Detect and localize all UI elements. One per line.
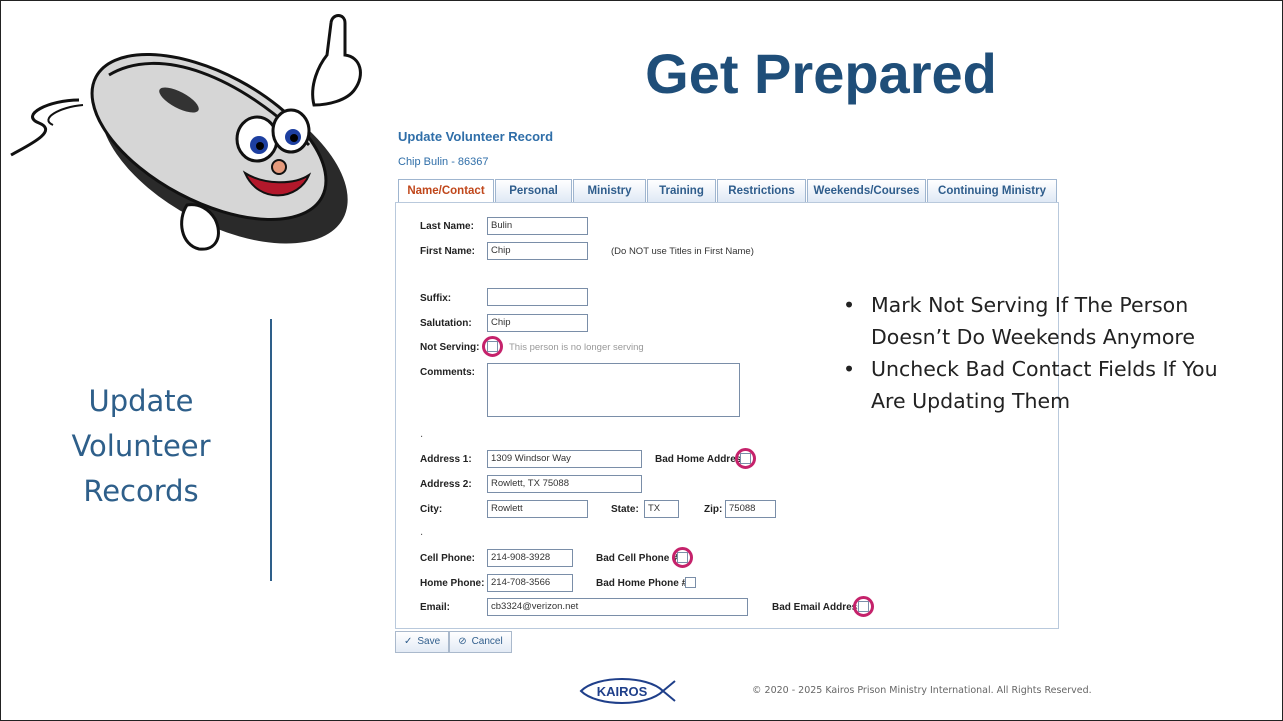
- suffix-label: Suffix:: [420, 293, 452, 304]
- highlight-ring: [482, 336, 503, 357]
- city-label: City:: [420, 504, 443, 515]
- state-field[interactable]: TX: [644, 500, 679, 518]
- section-title: Update Volunteer Records: [41, 379, 241, 514]
- tab-ministry[interactable]: Ministry: [573, 179, 646, 202]
- address1-field[interactable]: 1309 Windsor Way: [487, 450, 642, 468]
- salutation-field[interactable]: Chip: [487, 314, 588, 332]
- section-title-line: Update: [88, 384, 194, 418]
- suffix-field[interactable]: [487, 288, 588, 306]
- tab-bar: Name/Contact Personal Ministry Training …: [398, 179, 1058, 203]
- bad-home-phone-checkbox[interactable]: [685, 577, 696, 588]
- form-title: Update Volunteer Record: [398, 129, 554, 144]
- mouse-mascot-illustration: [10, 14, 362, 251]
- form-button-bar: ✓ Save ⊘ Cancel: [395, 631, 512, 653]
- divider-line: [270, 319, 272, 581]
- city-field[interactable]: Rowlett: [487, 500, 588, 518]
- separator-dot: .: [420, 429, 424, 440]
- save-button[interactable]: ✓ Save: [395, 631, 450, 653]
- home-phone-field[interactable]: 214-708-3566: [487, 574, 573, 592]
- state-label: State:: [611, 504, 639, 515]
- cell-phone-label: Cell Phone:: [420, 553, 476, 564]
- bullet-item: Mark Not Serving If The Person Doesn’t D…: [837, 289, 1257, 353]
- bad-home-phone-label: Bad Home Phone #:: [596, 578, 691, 589]
- cancel-button-label: Cancel: [471, 636, 503, 647]
- kairos-logo: KAIROS: [579, 678, 676, 704]
- last-name-label: Last Name:: [420, 221, 474, 232]
- instruction-bullets: Mark Not Serving If The Person Doesn’t D…: [837, 289, 1257, 417]
- salutation-label: Salutation:: [420, 318, 472, 329]
- separator-dot: .: [420, 527, 424, 538]
- email-label: Email:: [420, 602, 451, 613]
- not-serving-note: This person is no longer serving: [509, 342, 644, 353]
- cell-phone-field[interactable]: 214-908-3928: [487, 549, 573, 567]
- first-name-note: (Do NOT use Titles in First Name): [611, 246, 754, 257]
- zip-label: Zip:: [704, 504, 723, 515]
- tab-name-contact[interactable]: Name/Contact: [398, 179, 494, 203]
- save-button-label: Save: [417, 636, 441, 647]
- copyright-notice: © 2020 - 2025 Kairos Prison Ministry Int…: [752, 685, 1092, 696]
- zip-field[interactable]: 75088: [725, 500, 776, 518]
- bad-email-label: Bad Email Address:: [772, 602, 867, 613]
- home-phone-label: Home Phone:: [420, 578, 485, 589]
- checkmark-icon: ✓: [404, 636, 413, 647]
- section-title-line: Volunteer: [71, 429, 211, 463]
- bullet-item: Uncheck Bad Contact Fields If You Are Up…: [837, 353, 1257, 417]
- address2-label: Address 2:: [420, 479, 472, 490]
- section-title-line: Records: [83, 474, 199, 508]
- slide: Get Prepared Update Volunteer Records Up…: [0, 0, 1283, 721]
- highlight-ring: [853, 596, 874, 617]
- highlight-ring: [735, 448, 756, 469]
- cancel-icon: ⊘: [458, 636, 467, 647]
- bad-cell-phone-label: Bad Cell Phone #:: [596, 553, 682, 564]
- slide-title: Get Prepared: [645, 42, 997, 105]
- address2-field[interactable]: Rowlett, TX 75088: [487, 475, 642, 493]
- address1-label: Address 1:: [420, 454, 472, 465]
- comments-label: Comments:: [420, 367, 476, 378]
- first-name-field[interactable]: Chip: [487, 242, 588, 260]
- logo-text: KAIROS: [597, 684, 648, 699]
- tab-weekends-courses[interactable]: Weekends/Courses: [807, 179, 926, 202]
- tab-personal[interactable]: Personal: [495, 179, 572, 202]
- tab-continuing-ministry[interactable]: Continuing Ministry: [927, 179, 1057, 202]
- cancel-button[interactable]: ⊘ Cancel: [449, 631, 512, 653]
- volunteer-name-id: Chip Bulin - 86367: [398, 156, 489, 168]
- tab-restrictions[interactable]: Restrictions: [717, 179, 806, 202]
- tab-training[interactable]: Training: [647, 179, 716, 202]
- comments-textarea[interactable]: [487, 363, 740, 417]
- highlight-ring: [672, 547, 693, 568]
- not-serving-label: Not Serving:: [420, 342, 480, 353]
- first-name-label: First Name:: [420, 246, 476, 257]
- email-field[interactable]: cb3324@verizon.net: [487, 598, 748, 616]
- last-name-field[interactable]: Bulin: [487, 217, 588, 235]
